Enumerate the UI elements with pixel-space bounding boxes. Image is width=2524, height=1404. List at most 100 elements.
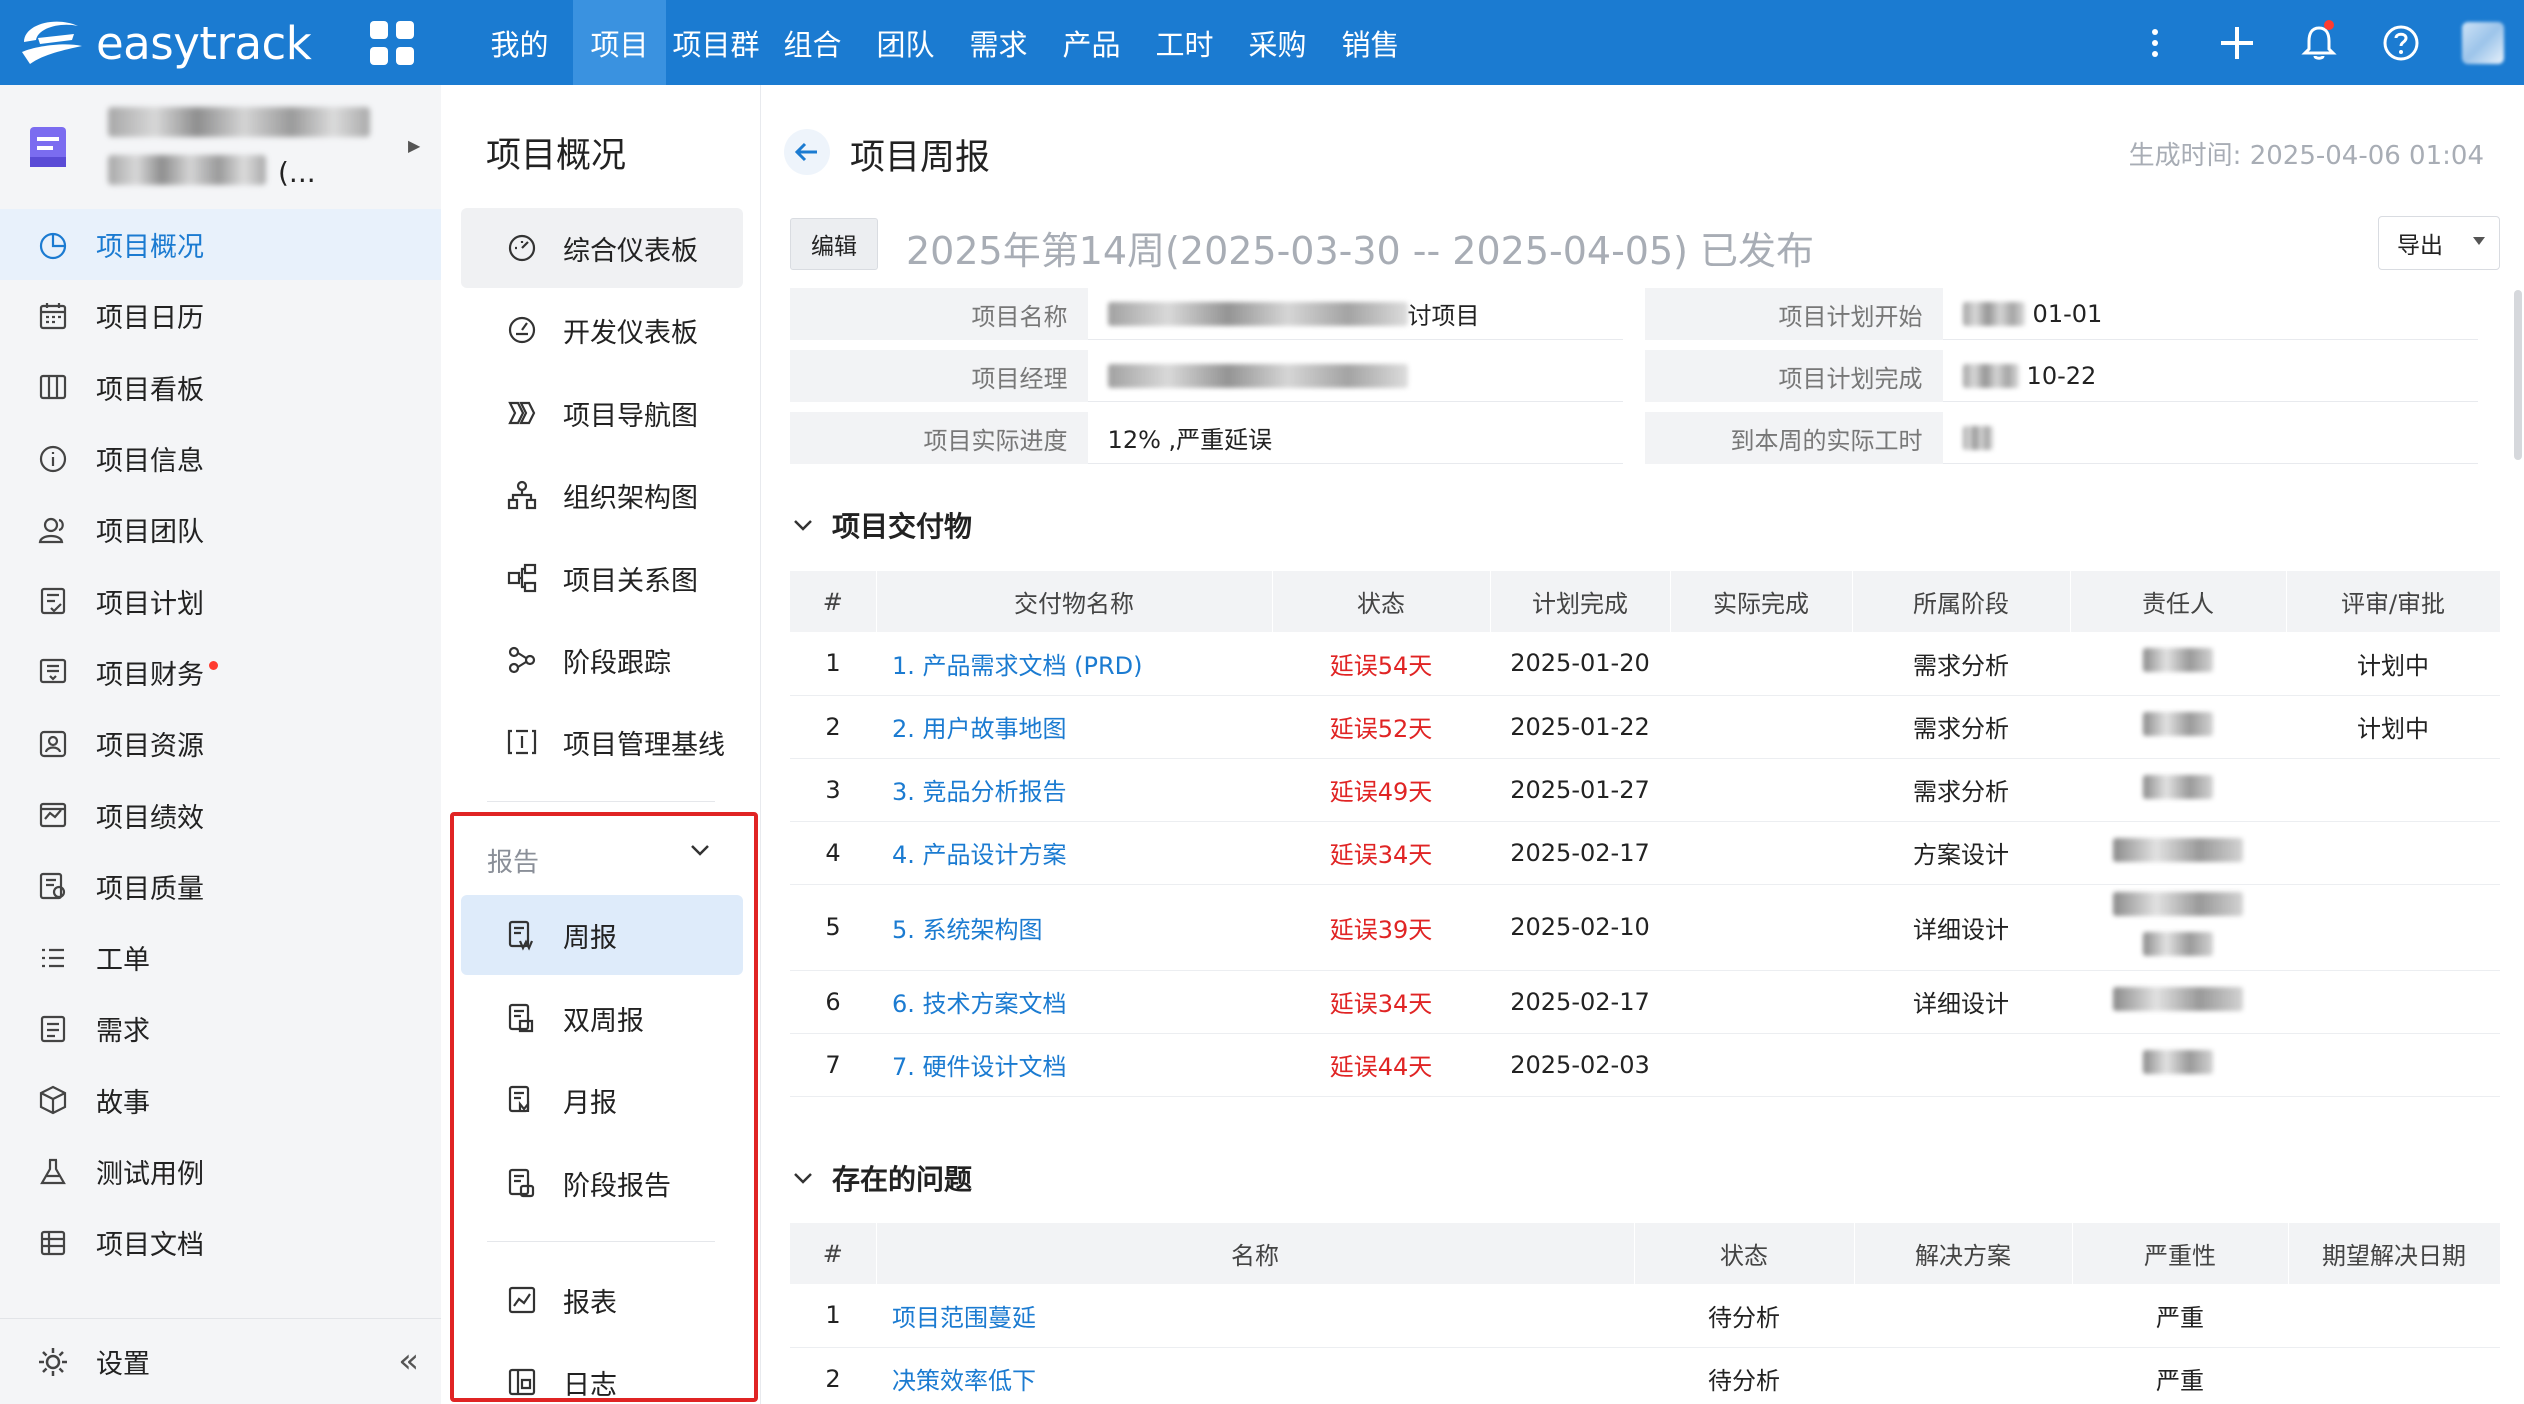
- issue-name-link[interactable]: 项目范围蔓延: [876, 1284, 1634, 1348]
- deliverable-name-link[interactable]: 6. 技术方案文档: [876, 970, 1272, 1034]
- sidebar-item-0[interactable]: 项目概况: [0, 209, 441, 281]
- subnav-item-label: 开发仪表板: [563, 317, 698, 349]
- status-delay: 延误39天: [1272, 884, 1490, 971]
- nav-item-0[interactable]: 我的: [466, 0, 573, 85]
- user-avatar[interactable]: [2442, 0, 2524, 85]
- deliverable-name-link[interactable]: 5. 系统架构图: [876, 884, 1272, 971]
- sidebar-item-11[interactable]: 需求: [0, 993, 441, 1064]
- sidebar-item-8[interactable]: 项目绩效: [0, 779, 441, 850]
- info-label: 项目计划开始: [1645, 288, 1943, 340]
- deliverable-name-link[interactable]: 3. 竞品分析报告: [876, 758, 1272, 822]
- sidebar-item-label: 项目计划: [96, 588, 204, 620]
- dashboard-icon: [505, 231, 539, 265]
- subnav-item-org-chart[interactable]: 组织架构图: [461, 455, 743, 535]
- project-info-grid: 项目名称 讨项目 项目计划开始 01-01 项目经理 项目计划完成 10-22 …: [790, 288, 2500, 474]
- project-sidebar: (... ▶ 项目概况 项目日历 项目看板 项目信息 项目团队 项目计划 项目财务 项目资源项…: [0, 85, 441, 1404]
- subnav-item-label: 项目关系图: [563, 565, 698, 597]
- project-switcher[interactable]: (... ▶: [0, 85, 441, 209]
- easytrack-logo[interactable]: easytrack: [16, 8, 312, 78]
- issues-section-toggle[interactable]: 存在的问题: [790, 1158, 972, 1198]
- table-row[interactable]: 6 6. 技术方案文档 延误34天 2025-02-17 详细设计: [790, 970, 2500, 1034]
- progress-value: 12% ,严重延误: [1087, 412, 1623, 464]
- generated-time: 生成时间: 2025-04-06 01:04: [2128, 141, 2484, 171]
- row-number: 7: [790, 1033, 876, 1097]
- add-icon[interactable]: [2196, 0, 2278, 85]
- issue-status: 待分析: [1634, 1284, 1854, 1348]
- easytrack-logo-icon: [22, 21, 82, 64]
- nav-item-1[interactable]: 项目: [573, 0, 666, 85]
- actual-date: [1670, 695, 1852, 759]
- deliverable-name-link[interactable]: 2. 用户故事地图: [876, 695, 1272, 759]
- sidebar-item-14[interactable]: 项目文档: [0, 1207, 441, 1278]
- actual-hours-value: [1942, 412, 2478, 464]
- sidebar-item-label: 项目团队: [96, 517, 204, 549]
- edit-button[interactable]: 编辑: [790, 218, 878, 270]
- nav-item-7[interactable]: 工时: [1138, 0, 1231, 85]
- info-label: 到本周的实际工时: [1645, 412, 1943, 464]
- subnav-item-stage-track[interactable]: 阶段跟踪: [461, 620, 743, 700]
- deliverable-name-link[interactable]: 7. 硬件设计文档: [876, 1033, 1272, 1097]
- issue-name-link[interactable]: 决策效率低下: [876, 1347, 1634, 1404]
- subnav-item-navigation[interactable]: 项目导航图: [461, 373, 743, 453]
- column-header: 计划完成: [1490, 571, 1671, 632]
- nav-item-4[interactable]: 团队: [859, 0, 952, 85]
- table-row[interactable]: 4 4. 产品设计方案 延误34天 2025-02-17 方案设计: [790, 821, 2500, 885]
- sidebar-item-7[interactable]: 项目资源: [0, 708, 441, 779]
- table-row[interactable]: 1 项目范围蔓延 待分析 严重: [790, 1284, 2500, 1348]
- project-name-value: 讨项目: [1087, 288, 1623, 340]
- planned-date: 2025-02-17: [1490, 821, 1670, 885]
- sidebar-item-10[interactable]: 工单: [0, 922, 441, 993]
- table-row[interactable]: 2 决策效率低下 待分析 严重: [790, 1347, 2500, 1404]
- sidebar-item-9[interactable]: 项目质量: [0, 851, 441, 922]
- planned-date: 2025-01-27: [1490, 758, 1670, 822]
- subnav-item-relation[interactable]: 项目关系图: [461, 538, 743, 618]
- subnav-item-dashboard[interactable]: 综合仪表板: [461, 208, 743, 288]
- sidebar-item-4[interactable]: 项目团队: [0, 494, 441, 565]
- subnav-item-baseline[interactable]: 项目管理基线: [461, 702, 743, 782]
- document-icon: [36, 1226, 70, 1260]
- settings-label: 设置: [96, 1349, 150, 1380]
- sidebar-item-6[interactable]: 项目财务: [0, 637, 441, 708]
- sidebar-item-label: 测试用例: [96, 1159, 204, 1190]
- deliverable-name-link[interactable]: 1. 产品需求文档 (PRD): [876, 632, 1272, 696]
- sidebar-item-3[interactable]: 项目信息: [0, 423, 441, 494]
- actual-date: [1670, 1033, 1852, 1097]
- nav-item-6[interactable]: 产品: [1045, 0, 1138, 85]
- app-name: easytrack: [96, 16, 312, 70]
- deliverables-section-toggle[interactable]: 项目交付物: [790, 505, 972, 545]
- back-arrow-icon[interactable]: [784, 129, 830, 175]
- collapse-sidebar-icon[interactable]: «: [398, 1341, 419, 1381]
- column-header: 期望解决日期: [2288, 1223, 2501, 1284]
- more-icon[interactable]: [2114, 0, 2196, 85]
- help-icon[interactable]: [2360, 0, 2442, 85]
- table-row[interactable]: 3 3. 竞品分析报告 延误49天 2025-01-27 需求分析: [790, 758, 2500, 822]
- nav-item-8[interactable]: 采购: [1231, 0, 1324, 85]
- table-row[interactable]: 5 5. 系统架构图 延误39天 2025-02-10 详细设计: [790, 884, 2500, 971]
- table-row[interactable]: 2 2. 用户故事地图 延误52天 2025-01-22 需求分析 计划中: [790, 695, 2500, 759]
- subnav-item-dev-dashboard[interactable]: 开发仪表板: [461, 290, 743, 370]
- review-status: 计划中: [2286, 695, 2500, 759]
- deliverable-name-link[interactable]: 4. 产品设计方案: [876, 821, 1272, 885]
- sidebar-item-5[interactable]: 项目计划: [0, 565, 441, 636]
- column-header: 责任人: [2070, 571, 2287, 632]
- table-row[interactable]: 1 1. 产品需求文档 (PRD) 延误54天 2025-01-20 需求分析 计划中: [790, 632, 2500, 696]
- column-header: 交付物名称: [876, 571, 1273, 632]
- dev-dashboard-icon: [505, 313, 539, 347]
- nav-item-2[interactable]: 项目群: [666, 0, 766, 85]
- nav-item-3[interactable]: 组合: [766, 0, 859, 85]
- sidebar-item-1[interactable]: 项目日历: [0, 280, 441, 351]
- review-status: [2286, 1033, 2500, 1097]
- nav-item-9[interactable]: 销售: [1324, 0, 1417, 85]
- subnav-item-label: 项目管理基线: [563, 729, 725, 761]
- sidebar-item-13[interactable]: 测试用例: [0, 1136, 441, 1207]
- apps-grid-icon[interactable]: [370, 21, 414, 65]
- scrollbar[interactable]: [2514, 290, 2522, 460]
- bell-icon[interactable]: [2278, 0, 2360, 85]
- table-row[interactable]: 7 7. 硬件设计文档 延误44天 2025-02-03: [790, 1033, 2500, 1097]
- status-delay: 延误54天: [1272, 632, 1490, 696]
- sidebar-item-12[interactable]: 故事: [0, 1065, 441, 1136]
- sidebar-item-2[interactable]: 项目看板: [0, 352, 441, 423]
- export-dropdown[interactable]: 导出: [2378, 216, 2500, 270]
- nav-item-5[interactable]: 需求: [952, 0, 1045, 85]
- settings-item[interactable]: 设置 «: [0, 1318, 441, 1404]
